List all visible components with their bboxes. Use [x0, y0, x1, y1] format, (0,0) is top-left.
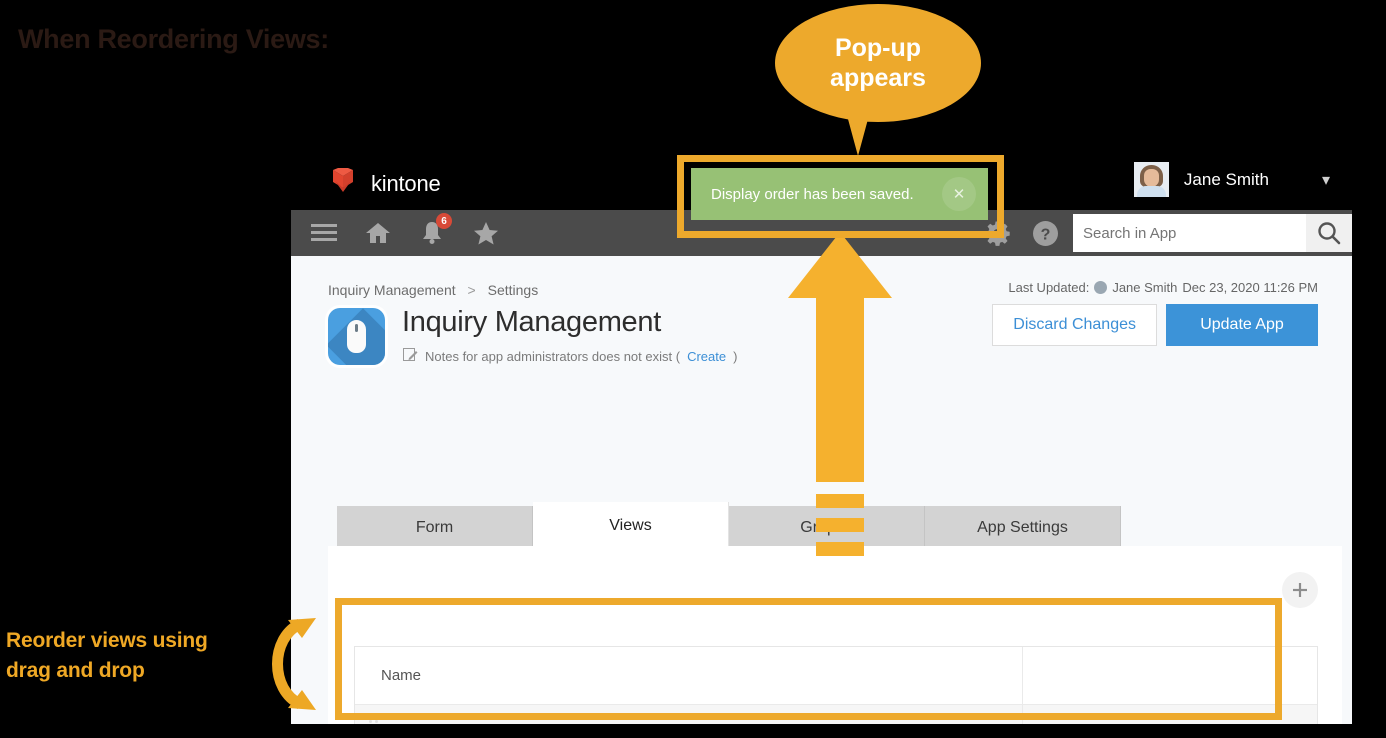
plus-icon — [1293, 583, 1307, 597]
create-note-link[interactable]: Create — [687, 349, 726, 364]
avatar — [1133, 162, 1169, 197]
popup-callout-bubble: Pop-up appears — [775, 4, 981, 122]
drag-handle-icon[interactable] — [369, 720, 381, 724]
chevron-down-icon[interactable]: ▾ — [1322, 170, 1330, 190]
user-name: Jane Smith — [1183, 169, 1269, 189]
help-icon[interactable]: ? — [1029, 217, 1061, 249]
search-box[interactable] — [1073, 214, 1306, 252]
breadcrumb: Inquiry Management > Settings — [328, 282, 538, 298]
tab-form[interactable]: Form — [337, 506, 533, 550]
mini-avatar-icon — [1094, 281, 1108, 294]
view-name-cell: My Inquiries — [355, 720, 1022, 724]
user-menu[interactable]: Jane Smith ▾ — [1133, 162, 1330, 197]
star-icon[interactable] — [470, 217, 502, 249]
tab-views[interactable]: Views — [533, 502, 729, 550]
upward-arrow-annotation — [788, 232, 892, 592]
app-admin-note: Notes for app administrators does not ex… — [403, 347, 737, 365]
search-button[interactable] — [1306, 214, 1352, 252]
callout-line-1: Reorder views using — [6, 629, 208, 652]
kintone-logo-text: kintone — [371, 170, 441, 196]
kintone-cube-logo-icon — [326, 166, 360, 199]
note-text: Notes for app administrators does not ex… — [425, 348, 681, 364]
last-updated-user: Jane Smith — [1112, 280, 1178, 295]
tab-app-settings[interactable]: App Settings — [925, 506, 1121, 550]
svg-text:?: ? — [1040, 226, 1050, 243]
bell-icon[interactable]: 6 — [416, 213, 452, 249]
highlight-notification — [677, 155, 1004, 238]
breadcrumb-section[interactable]: Settings — [488, 282, 539, 298]
breadcrumb-app[interactable]: Inquiry Management — [328, 282, 456, 298]
bell-badge: 6 — [436, 213, 452, 229]
search-icon — [1318, 222, 1341, 245]
bubble-line-2: appears — [830, 64, 926, 92]
home-icon[interactable] — [362, 217, 394, 249]
page-title: Inquiry Management — [402, 306, 661, 338]
kintone-logo[interactable]: kintone — [326, 166, 441, 199]
note-text-end: ) — [733, 348, 738, 364]
update-app-button[interactable]: Update App — [1166, 304, 1318, 346]
highlight-view-rows — [335, 598, 1282, 720]
last-updated-label: Last Updated: — [1008, 280, 1090, 295]
add-view-button[interactable] — [1282, 572, 1318, 608]
drag-drop-callout: Reorder views using drag and drop — [6, 626, 208, 686]
discard-changes-button[interactable]: Discard Changes — [992, 304, 1157, 346]
double-arrow-icon — [248, 604, 318, 724]
annotation-title: When Reordering Views: — [18, 24, 329, 54]
last-updated-info: Last Updated: Jane Smith Dec 23, 2020 11… — [1008, 280, 1318, 295]
hamburger-menu-icon[interactable] — [308, 217, 340, 249]
mouse-app-icon — [328, 308, 385, 365]
page-action-buttons: Discard Changes Update App — [992, 304, 1318, 346]
settings-tabs: Form Views Graphs App Settings — [337, 502, 1121, 550]
note-edit-icon — [403, 347, 418, 365]
callout-line-2: drag and drop — [6, 659, 145, 682]
last-updated-time: Dec 23, 2020 11:26 PM — [1182, 280, 1318, 295]
bubble-line-1: Pop-up — [834, 34, 922, 62]
annotated-screenshot: When Reordering Views: kintone Jane Smit… — [0, 0, 1386, 738]
breadcrumb-separator: > — [467, 282, 476, 298]
search-input[interactable] — [1073, 214, 1306, 252]
